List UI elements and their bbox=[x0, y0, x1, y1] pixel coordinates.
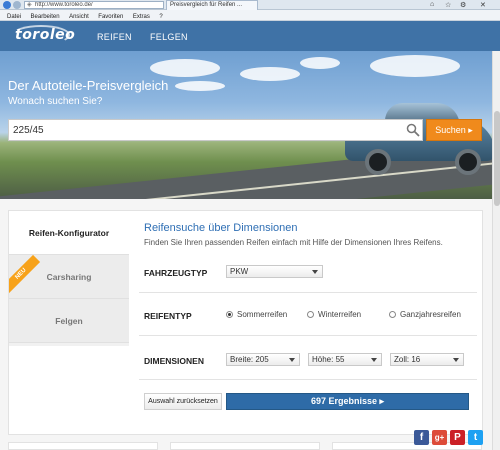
divider bbox=[139, 379, 477, 380]
width-select[interactable]: Breite: 205 bbox=[226, 353, 300, 366]
reset-button[interactable]: Auswahl zurücksetzen bbox=[144, 393, 222, 410]
radio-winterreifen[interactable]: Winterreifen bbox=[307, 310, 361, 319]
rim-value: Zoll: 16 bbox=[394, 355, 421, 364]
radio-ganzjahresreifen[interactable]: Ganzjahresreifen bbox=[389, 310, 461, 319]
chevron-down-icon bbox=[453, 358, 459, 362]
sidebar-item-reifen-konfigurator[interactable]: Reifen-Konfigurator bbox=[9, 211, 129, 255]
hero-subtitle: Wonach suchen Sie? bbox=[8, 96, 103, 107]
settings-icon[interactable]: ⚙ bbox=[460, 1, 466, 9]
rim-select[interactable]: Zoll: 16 bbox=[390, 353, 464, 366]
scrollbar-thumb[interactable] bbox=[494, 111, 500, 206]
radio-dot bbox=[389, 311, 396, 318]
close-icon[interactable]: ✕ bbox=[480, 1, 486, 9]
cloud bbox=[370, 55, 460, 77]
vehicle-type-value: PKW bbox=[230, 267, 249, 276]
car-wheel bbox=[365, 149, 391, 175]
browser-menubar: Datei Bearbeiten Ansicht Favoriten Extra… bbox=[0, 10, 500, 21]
twitter-icon[interactable]: t bbox=[468, 430, 483, 445]
address-url: http://www.toroleo.de/ bbox=[35, 2, 93, 8]
site-header: toroleo REIFEN FELGEN bbox=[0, 21, 500, 51]
forward-button[interactable] bbox=[13, 1, 21, 9]
search-input[interactable] bbox=[9, 120, 399, 140]
home-icon[interactable]: ⌂ bbox=[430, 1, 434, 8]
browser-tab[interactable]: Preisvergleich für Reifen ... bbox=[166, 0, 258, 10]
sidebar: Reifen-Konfigurator NEU Carsharing Felge… bbox=[9, 211, 129, 346]
chevron-right-icon: ▸ bbox=[468, 125, 473, 135]
vehicle-type-select[interactable]: PKW bbox=[226, 265, 323, 278]
results-button[interactable]: 697 Ergebnisse ▸ bbox=[226, 393, 469, 410]
tab-title: Preisvergleich für Reifen ... bbox=[170, 2, 243, 8]
search-button-label: Suchen bbox=[435, 125, 466, 135]
sidebar-item-label: Reifen-Konfigurator bbox=[28, 228, 110, 238]
scrollbar[interactable] bbox=[492, 51, 500, 450]
radio-sommerreifen[interactable]: Sommerreifen bbox=[226, 310, 287, 319]
address-bar[interactable]: ◈ http://www.toroleo.de/ bbox=[24, 1, 164, 9]
radio-dot-checked bbox=[226, 311, 233, 318]
teaser-card[interactable] bbox=[170, 442, 320, 450]
search-panel: Reifen-Konfigurator NEU Carsharing Felge… bbox=[8, 210, 483, 435]
radio-label: Winterreifen bbox=[318, 310, 362, 319]
radio-dot bbox=[307, 311, 314, 318]
chevron-down-icon bbox=[312, 270, 318, 274]
radio-label: Ganzjahresreifen bbox=[400, 310, 461, 319]
hero-title: Der Autoteile-Preisvergleich bbox=[8, 78, 169, 93]
search-button[interactable]: Suchen ▸ bbox=[426, 119, 482, 141]
teaser-card[interactable] bbox=[8, 442, 158, 450]
browser-titlebar: ◈ http://www.toroleo.de/ Preisvergleich … bbox=[0, 0, 500, 10]
facebook-icon[interactable]: f bbox=[414, 430, 429, 445]
favorites-icon[interactable]: ☆ bbox=[445, 1, 451, 9]
chevron-down-icon bbox=[289, 358, 295, 362]
nav-felgen[interactable]: FELGEN bbox=[150, 32, 188, 42]
hero-banner: Der Autoteile-Preisvergleich Wonach such… bbox=[0, 51, 500, 199]
car-wheel bbox=[455, 149, 481, 175]
dimensions-label: DIMENSIONEN bbox=[144, 356, 204, 366]
height-select[interactable]: Höhe: 55 bbox=[308, 353, 382, 366]
tyre-type-label: REIFENTYP bbox=[144, 311, 192, 321]
width-value: Breite: 205 bbox=[230, 355, 269, 364]
chevron-down-icon bbox=[371, 358, 377, 362]
google-plus-icon[interactable]: g+ bbox=[432, 430, 447, 445]
new-badge: NEU bbox=[9, 255, 41, 294]
nav-reifen[interactable]: REIFEN bbox=[97, 32, 132, 42]
cloud bbox=[175, 81, 225, 91]
search-box bbox=[8, 119, 423, 141]
sidebar-item-carsharing[interactable]: NEU Carsharing bbox=[9, 255, 129, 299]
site-logo[interactable]: toroleo bbox=[11, 25, 75, 46]
pinterest-icon[interactable]: P bbox=[450, 430, 465, 445]
page-icon: ◈ bbox=[27, 2, 32, 8]
logo-text: toroleo bbox=[15, 27, 76, 43]
search-icon[interactable] bbox=[406, 123, 420, 137]
vehicle-type-label: FAHRZEUGTYP bbox=[144, 268, 208, 278]
sidebar-item-label: Carsharing bbox=[46, 272, 92, 282]
form-description: Finden Sie Ihren passenden Reifen einfac… bbox=[144, 238, 443, 247]
height-value: Höhe: 55 bbox=[312, 355, 345, 364]
divider bbox=[139, 335, 477, 336]
cloud bbox=[240, 67, 300, 81]
radio-label: Sommerreifen bbox=[237, 310, 288, 319]
sidebar-item-label: Felgen bbox=[55, 316, 83, 326]
back-button[interactable] bbox=[3, 1, 11, 9]
divider bbox=[139, 292, 477, 293]
cloud bbox=[300, 57, 340, 69]
cloud bbox=[150, 59, 220, 77]
form-title: Reifensuche über Dimensionen bbox=[144, 222, 298, 234]
sidebar-item-felgen[interactable]: Felgen bbox=[9, 299, 129, 343]
